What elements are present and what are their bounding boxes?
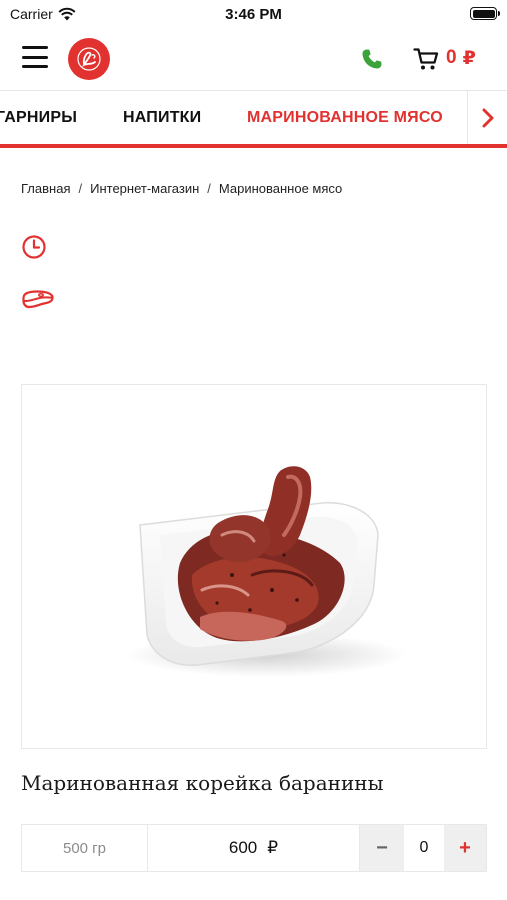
clock-icon bbox=[22, 235, 46, 259]
status-bar: Carrier 3:46 PM bbox=[0, 0, 507, 28]
chevron-right-icon bbox=[482, 108, 493, 128]
price-currency: ₽ bbox=[267, 838, 279, 857]
cart-currency: ₽ bbox=[462, 48, 476, 69]
product-title: Маринованная корейка баранины bbox=[21, 771, 384, 795]
decrease-quantity-button[interactable]: − bbox=[360, 825, 404, 871]
battery-icon bbox=[470, 7, 500, 20]
breadcrumb-shop[interactable]: Интернет-магазин bbox=[90, 181, 199, 196]
steak-icon bbox=[22, 290, 54, 309]
app-header: 0 ₽ bbox=[0, 28, 507, 90]
breadcrumb-home[interactable]: Главная bbox=[21, 181, 70, 196]
breadcrumb-separator: / bbox=[207, 181, 211, 196]
status-time: 3:46 PM bbox=[225, 6, 282, 23]
logo-mark-icon bbox=[77, 47, 101, 71]
category-drinks[interactable]: НАПИТКИ bbox=[123, 109, 201, 127]
product-weight: 500 гр bbox=[22, 825, 148, 871]
product-price: 600 ₽ bbox=[148, 825, 360, 871]
cart-icon[interactable] bbox=[413, 47, 439, 71]
menu-icon[interactable] bbox=[22, 46, 48, 68]
cart-total[interactable]: 0 ₽ bbox=[446, 47, 476, 70]
logo[interactable] bbox=[68, 38, 110, 80]
increase-quantity-button[interactable]: + bbox=[444, 825, 486, 871]
phone-icon[interactable] bbox=[360, 47, 384, 71]
buy-row: 500 гр 600 ₽ − 0 + bbox=[21, 824, 487, 872]
cart-total-value: 0 bbox=[446, 47, 457, 68]
breadcrumb: Главная / Интернет-магазин / Маринованно… bbox=[21, 181, 342, 196]
breadcrumb-current: Маринованное мясо bbox=[218, 181, 343, 196]
quantity-value: 0 bbox=[419, 839, 429, 856]
product-image[interactable] bbox=[21, 384, 487, 749]
breadcrumb-separator: / bbox=[78, 181, 83, 196]
category-next-button[interactable] bbox=[467, 91, 507, 145]
category-marinated-meat[interactable]: МАРИНОВАННОЕ МЯСО bbox=[247, 109, 443, 127]
category-garnish[interactable]: ГАРНИРЫ bbox=[0, 109, 77, 127]
category-nav: ГАРНИРЫ НАПИТКИ МАРИНОВАННОЕ МЯСО bbox=[0, 90, 507, 148]
marinated-lamb-photo bbox=[127, 466, 407, 677]
price-value: 600 bbox=[228, 838, 258, 857]
